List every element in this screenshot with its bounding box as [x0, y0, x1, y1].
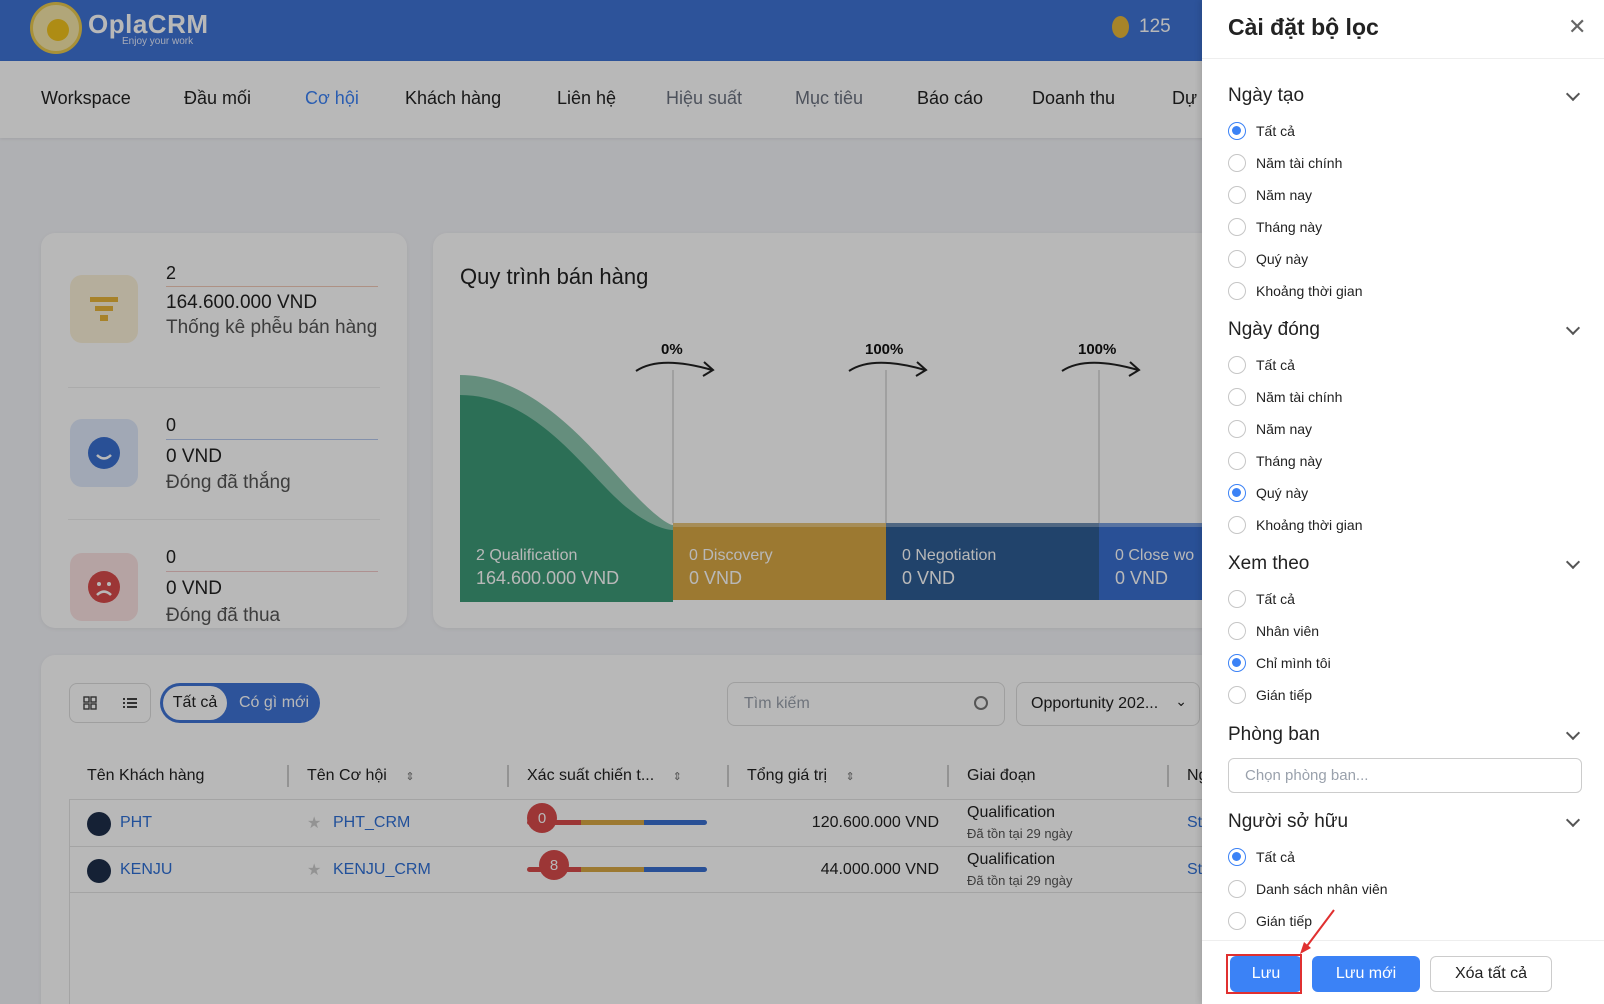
close-date-option[interactable]: Tất cả	[1228, 355, 1295, 375]
created-option[interactable]: Quý này	[1228, 249, 1308, 269]
radio-button	[1228, 282, 1246, 300]
close-date-option[interactable]: Tháng này	[1228, 451, 1322, 471]
view-by-option[interactable]: Tất cả	[1228, 589, 1295, 609]
radio-button	[1228, 590, 1246, 608]
radio-button	[1228, 388, 1246, 406]
close-date-option[interactable]: Năm nay	[1228, 419, 1312, 439]
radio-button	[1228, 686, 1246, 704]
radio-button	[1228, 356, 1246, 374]
radio-button	[1228, 912, 1246, 930]
radio-button	[1228, 622, 1246, 640]
panel-title: Cài đặt bộ lọc	[1228, 14, 1379, 40]
close-date-option[interactable]: Năm tài chính	[1228, 387, 1342, 407]
radio-button	[1228, 484, 1246, 502]
save-new-button[interactable]: Lưu mới	[1312, 956, 1420, 992]
filter-settings-panel: Cài đặt bộ lọc ✕ Ngày tạo Tất cả Năm tài…	[1202, 0, 1604, 1004]
close-date-option[interactable]: Khoảng thời gian	[1228, 515, 1362, 535]
close-icon[interactable]: ✕	[1568, 14, 1586, 40]
clear-all-button[interactable]: Xóa tất cả	[1430, 956, 1552, 992]
chevron-down-icon[interactable]	[1565, 554, 1581, 570]
radio-button	[1228, 122, 1246, 140]
close-date-option[interactable]: Quý này	[1228, 483, 1308, 503]
chevron-down-icon[interactable]	[1565, 86, 1581, 102]
radio-button	[1228, 452, 1246, 470]
created-option[interactable]: Năm tài chính	[1228, 153, 1342, 173]
annotation-highlight-box	[1226, 954, 1302, 994]
section-created-date[interactable]: Ngày tạo	[1228, 85, 1304, 107]
radio-button	[1228, 848, 1246, 866]
modal-overlay[interactable]	[0, 0, 1202, 1004]
section-close-date[interactable]: Ngày đóng	[1228, 319, 1320, 341]
section-owner[interactable]: Người sở hữu	[1228, 811, 1348, 833]
radio-button	[1228, 186, 1246, 204]
radio-button	[1228, 154, 1246, 172]
department-select[interactable]: Chọn phòng ban...	[1228, 758, 1582, 793]
radio-button	[1228, 420, 1246, 438]
chevron-down-icon[interactable]	[1565, 812, 1581, 828]
view-by-option[interactable]: Nhân viên	[1228, 621, 1319, 641]
section-department[interactable]: Phòng ban	[1228, 724, 1320, 746]
annotation-arrow-icon	[1300, 909, 1335, 954]
radio-button	[1228, 654, 1246, 672]
radio-button	[1228, 250, 1246, 268]
created-option[interactable]: Tháng này	[1228, 217, 1322, 237]
chevron-down-icon[interactable]	[1565, 725, 1581, 741]
created-option[interactable]: Năm nay	[1228, 185, 1312, 205]
owner-option[interactable]: Tất cả	[1228, 847, 1295, 867]
created-option[interactable]: Tất cả	[1228, 121, 1295, 141]
chevron-down-icon[interactable]	[1565, 320, 1581, 336]
radio-button	[1228, 218, 1246, 236]
radio-button	[1228, 516, 1246, 534]
view-by-option[interactable]: Chỉ mình tôi	[1228, 653, 1331, 673]
section-view-by[interactable]: Xem theo	[1228, 553, 1309, 575]
owner-option[interactable]: Danh sách nhân viên	[1228, 879, 1388, 899]
radio-button	[1228, 880, 1246, 898]
created-option[interactable]: Khoảng thời gian	[1228, 281, 1362, 301]
view-by-option[interactable]: Gián tiếp	[1228, 685, 1312, 705]
